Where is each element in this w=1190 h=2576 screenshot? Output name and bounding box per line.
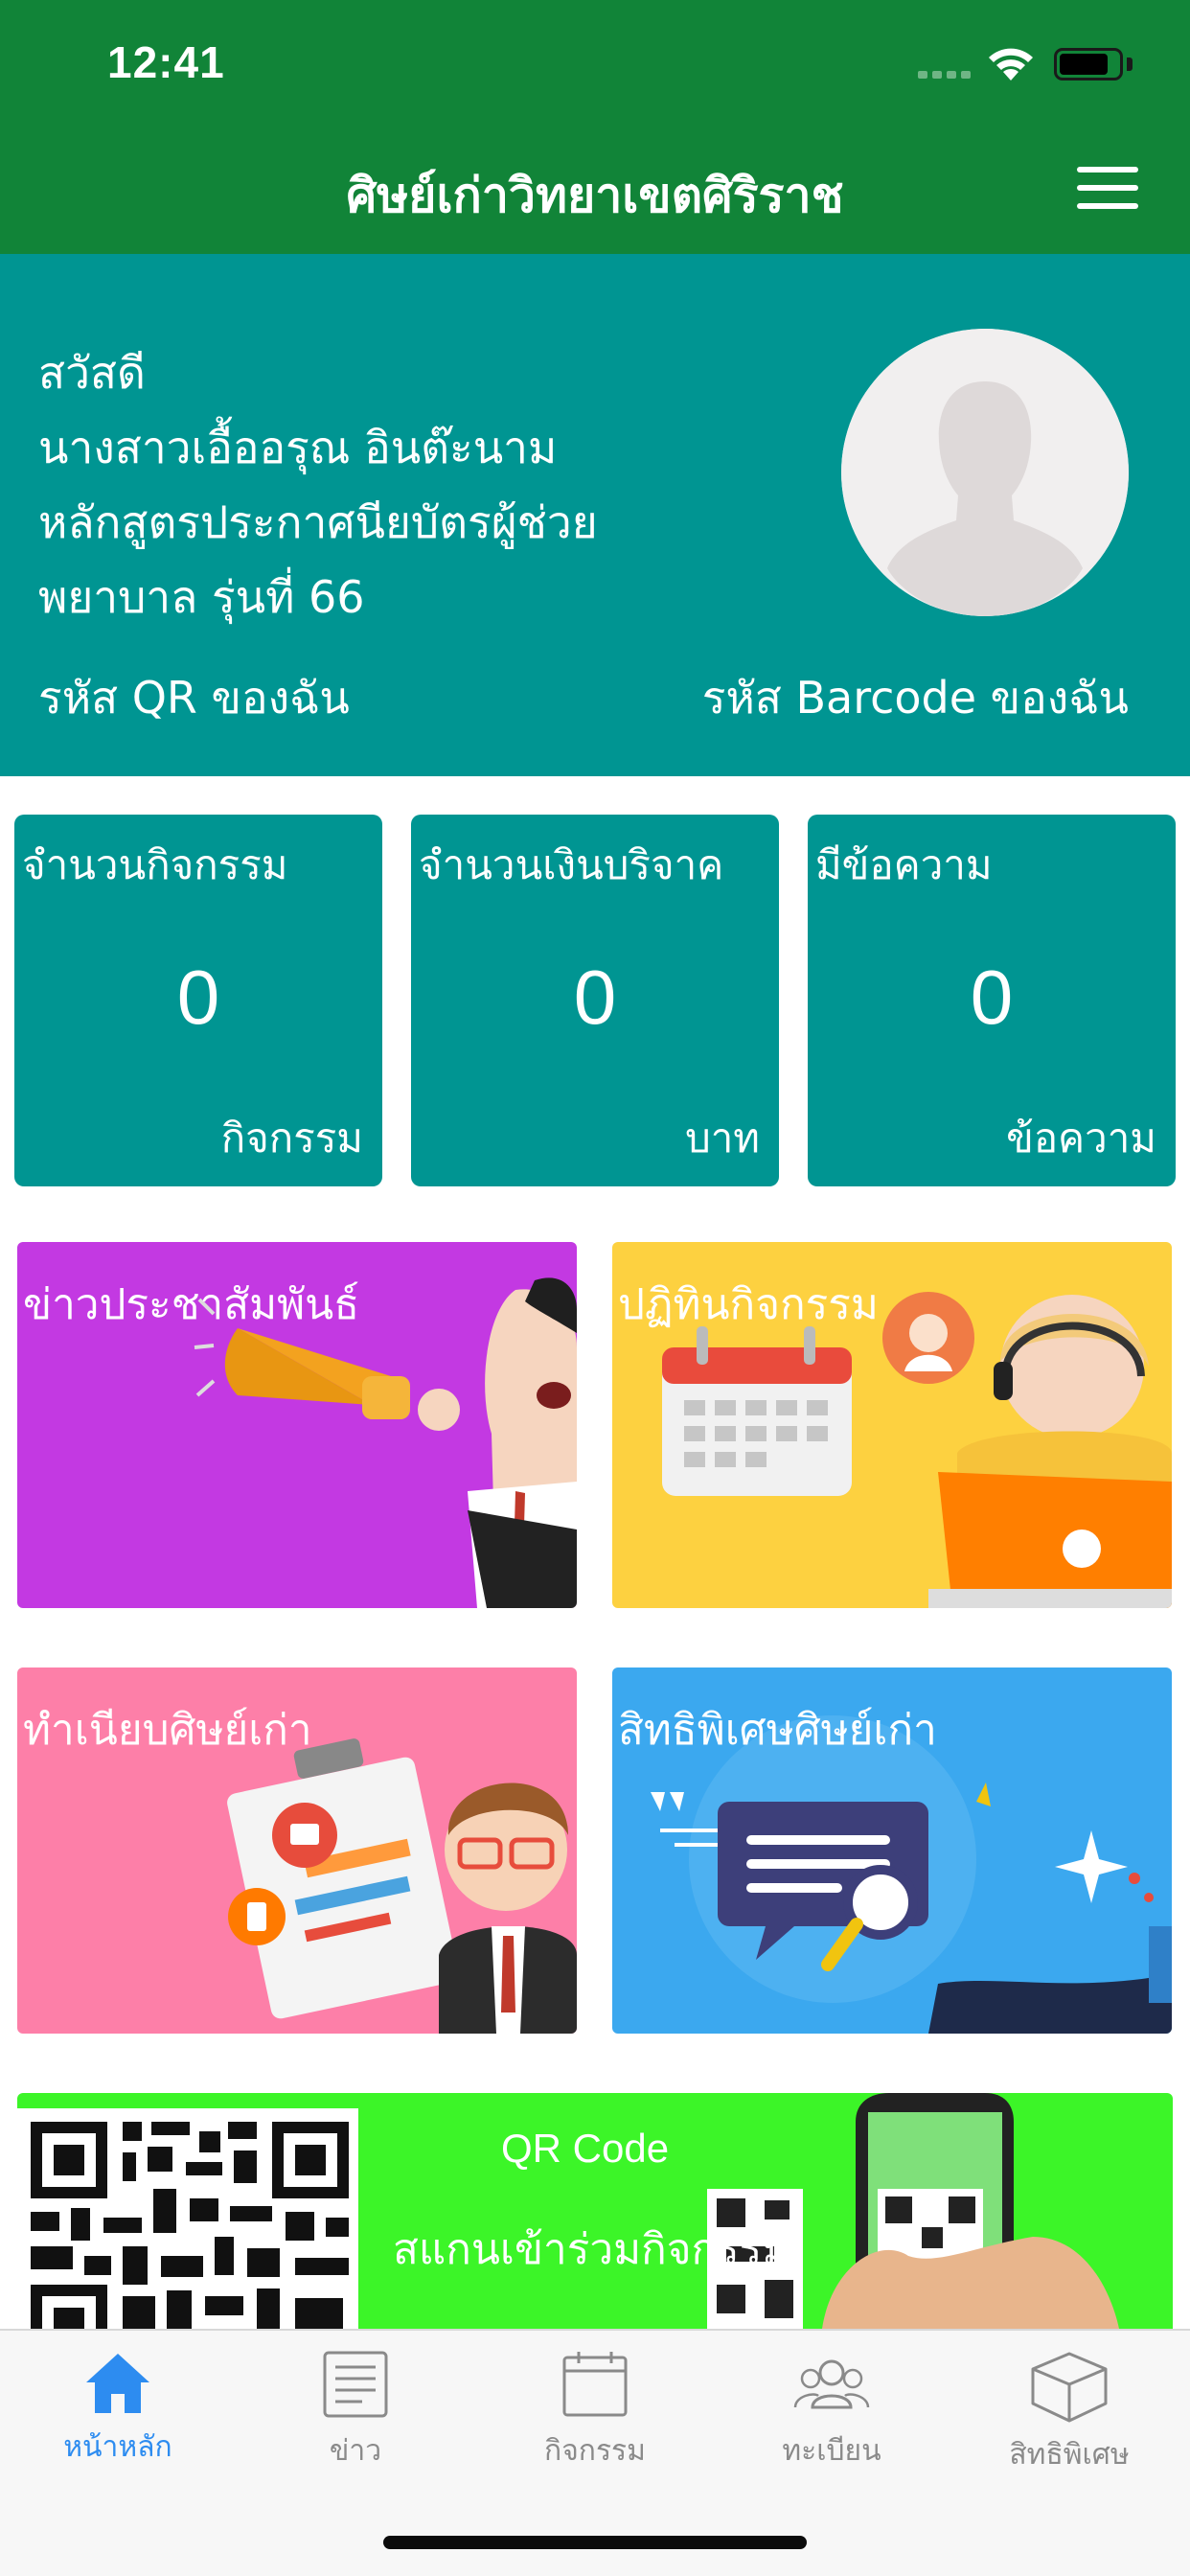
avatar[interactable] bbox=[841, 329, 1129, 616]
qr-banner-subtitle: สแกนเข้าร่วมกิจกรรม bbox=[393, 2225, 790, 2274]
stat-unit: ข้อความ bbox=[1006, 1115, 1156, 1162]
user-avatar-icon bbox=[841, 329, 1129, 616]
greeting-text: สวัสดี bbox=[38, 347, 146, 399]
calendar-icon bbox=[562, 2352, 628, 2417]
status-time: 12:41 bbox=[107, 37, 225, 87]
home-icon bbox=[86, 2354, 149, 2413]
user-name: นางสาวเอื้ออรุณ อินต๊ะนาม bbox=[38, 422, 558, 473]
tile-calendar[interactable]: ปฏิทินกิจกรรม bbox=[612, 1242, 1172, 1608]
stat-unit: กิจกรรม bbox=[220, 1115, 363, 1162]
tab-news[interactable]: ข่าว bbox=[260, 2350, 451, 2484]
tab-label: ทะเบียน bbox=[782, 2434, 881, 2468]
tile-label: สิทธิพิเศษศิษย์เก่า bbox=[618, 1706, 937, 1755]
stat-title: จำนวนกิจกรรม bbox=[22, 841, 288, 888]
hamburger-menu-icon[interactable] bbox=[1077, 167, 1138, 209]
tab-activities[interactable]: กิจกรรม bbox=[499, 2350, 691, 2484]
wifi-icon bbox=[989, 48, 1033, 80]
stat-title: มีข้อความ bbox=[815, 841, 993, 888]
stat-card-activities[interactable]: จำนวนกิจกรรม 0 กิจกรรม bbox=[14, 815, 382, 1186]
people-icon bbox=[793, 2359, 870, 2409]
tab-label: สิทธิพิเศษ bbox=[1009, 2438, 1130, 2472]
stat-card-messages[interactable]: มีข้อความ 0 ข้อความ bbox=[808, 815, 1176, 1186]
tab-registry[interactable]: ทะเบียน bbox=[736, 2350, 927, 2484]
tab-label: ข่าว bbox=[329, 2434, 382, 2468]
qr-banner-title: QR Code bbox=[501, 2126, 670, 2171]
home-indicator[interactable] bbox=[383, 2536, 807, 2549]
qr-scan-banner[interactable]: QR Code สแกนเข้าร่วมกิจกรรม bbox=[17, 2093, 1173, 2329]
stat-title: จำนวนเงินบริจาค bbox=[419, 841, 724, 888]
top-bar: 12:41 ศิษย์เก่าวิทยาเขตศิริราช bbox=[0, 0, 1190, 254]
tab-privileges[interactable]: สิทธิพิเศษ bbox=[973, 2350, 1165, 2484]
box-icon bbox=[1031, 2352, 1108, 2423]
tile-label: ข่าวประชาสัมพันธ์ bbox=[23, 1280, 360, 1329]
tile-news[interactable]: ข่าวประชาสัมพันธ์ bbox=[17, 1242, 577, 1608]
battery-icon bbox=[1054, 48, 1123, 80]
program-line-1: หลักสูตรประกาศนียบัตรผู้ช่วย bbox=[38, 496, 598, 548]
tile-alumni-directory[interactable]: ทำเนียบศิษย์เก่า bbox=[17, 1668, 577, 2034]
tile-privileges[interactable]: สิทธิพิเศษศิษย์เก่า bbox=[612, 1668, 1172, 2034]
stat-value: 0 bbox=[176, 954, 220, 1040]
tab-home[interactable]: หน้าหลัก bbox=[22, 2350, 214, 2484]
my-qr-code-link[interactable]: รหัส QR ของฉัน bbox=[38, 663, 350, 733]
program-line-2: พยาบาล รุ่นที่ 66 bbox=[38, 571, 365, 623]
tile-label: ปฏิทินกิจกรรม bbox=[618, 1280, 879, 1329]
stat-value: 0 bbox=[970, 954, 1014, 1040]
stat-card-donations[interactable]: จำนวนเงินบริจาค 0 บาท bbox=[411, 815, 779, 1186]
page-title: ศิษย์เก่าวิทยาเขตศิริราช bbox=[346, 168, 844, 223]
stat-value: 0 bbox=[573, 954, 617, 1040]
tab-label: หน้าหลัก bbox=[63, 2430, 172, 2464]
tab-label: กิจกรรม bbox=[544, 2434, 646, 2468]
signal-icon bbox=[918, 71, 972, 79]
stat-unit: บาท bbox=[685, 1115, 760, 1162]
news-icon bbox=[323, 2351, 388, 2418]
tile-label: ทำเนียบศิษย์เก่า bbox=[23, 1706, 312, 1755]
my-barcode-link[interactable]: รหัส Barcode ของฉัน bbox=[702, 663, 1129, 733]
